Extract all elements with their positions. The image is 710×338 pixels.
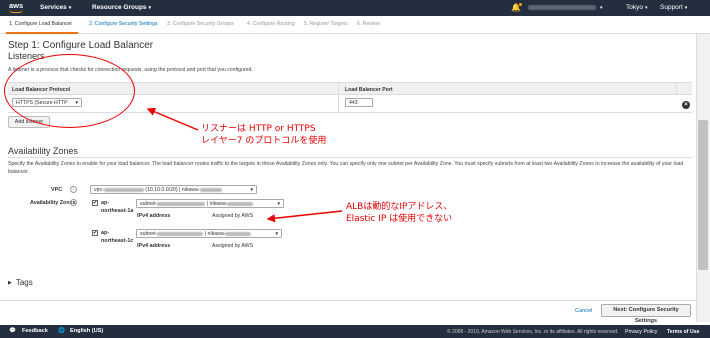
chevron-down-icon: ▼ xyxy=(276,201,281,206)
annotation-listener-line1: リスナーは HTTP or HTTPS xyxy=(201,124,316,134)
annotation-listener-line2: レイヤー7 のプロトコルを使用 xyxy=(201,136,327,146)
zone-1c-subnet-select[interactable]: subnet- | nikawa- ▼ xyxy=(136,229,282,238)
tab-configure-routing[interactable]: 4. Configure Routing xyxy=(247,21,295,27)
subnet-name: | nikawa- xyxy=(206,201,228,207)
notification-dot xyxy=(519,3,522,6)
section-divider xyxy=(8,157,692,158)
support-label: Support xyxy=(660,4,683,11)
redacted-text xyxy=(199,187,222,192)
column-divider xyxy=(676,82,677,95)
page-title: Step 1: Configure Load Balancer xyxy=(8,40,154,51)
cancel-link[interactable]: Cancel xyxy=(575,308,592,314)
services-menu[interactable]: Services ▾ xyxy=(40,4,71,11)
info-icon[interactable]: i xyxy=(70,199,77,206)
wizard-steps: 1. Configure Load Balancer 2. Configure … xyxy=(0,16,710,34)
chevron-down-icon: ▼ xyxy=(274,231,279,236)
redacted-text xyxy=(225,231,252,236)
vpc-cidr-name: (10.10.0.0/20) | nikawa- xyxy=(145,187,200,193)
support-menu[interactable]: Support ▾ xyxy=(660,4,687,11)
chevron-right-icon: ▶ xyxy=(8,279,12,286)
vpc-id-prefix: vpc- xyxy=(94,187,104,193)
tags-label: Tags xyxy=(15,278,33,287)
privacy-policy-link[interactable]: Privacy Policy xyxy=(625,329,657,335)
resource-groups-label: Resource Groups xyxy=(92,4,147,11)
vpc-label: VPC xyxy=(51,187,63,193)
zone-1a-subnet-select[interactable]: subnet- | nikawa- ▼ xyxy=(136,199,284,208)
zone-1a-checkbox[interactable]: ✔ xyxy=(92,200,98,206)
chevron-down-icon: ▾ xyxy=(644,5,648,11)
next-configure-security-settings-button[interactable]: Next: Configure Security Settings xyxy=(601,304,691,324)
subnet-prefix: subnet- xyxy=(140,201,158,207)
subnet-prefix: subnet- xyxy=(140,231,158,237)
feedback-link[interactable]: Feedback xyxy=(22,328,48,334)
tab-configure-security-groups[interactable]: 3. Configure Security Groups xyxy=(167,21,234,27)
zone-1c-label-prefix: ap- xyxy=(101,230,110,236)
zone-1c-label: northeast-1c xyxy=(101,238,134,244)
annotation-alb-line2: Elastic IP は使用できない xyxy=(346,214,453,224)
account-caret[interactable]: ▾ xyxy=(598,4,603,11)
tab-review[interactable]: 6. Review xyxy=(357,21,380,27)
region-label: Tokyo xyxy=(626,4,643,11)
language-selector[interactable]: English (US) xyxy=(70,328,103,334)
vpc-select[interactable]: vpc- (10.10.0.0/20) | nikawa- ▼ xyxy=(90,185,257,194)
tab-configure-load-balancer[interactable]: 1. Configure Load Balancer xyxy=(9,21,72,27)
aws-smile-icon xyxy=(9,9,23,13)
port-input[interactable]: 443 xyxy=(345,98,373,107)
redacted-text xyxy=(103,187,144,192)
account-menu[interactable] xyxy=(528,5,596,10)
redacted-text xyxy=(227,201,254,206)
zone-1c-ipv4-label: IPv4 address xyxy=(137,243,171,249)
zone-1a-ipv4-value: Assigned by AWS xyxy=(212,213,254,219)
globe-icon: 🌐 xyxy=(58,328,65,334)
zone-1a-label: northeast-1a xyxy=(101,208,134,214)
terms-of-use-link[interactable]: Terms of Use xyxy=(667,329,699,335)
chevron-down-icon: ▼ xyxy=(249,187,254,192)
subnet-name: | nikawa- xyxy=(204,231,226,237)
zone-1c-ipv4-value: Assigned by AWS xyxy=(212,243,254,249)
tab-register-targets[interactable]: 5. Register Targets xyxy=(304,21,347,27)
chevron-down-icon: ▾ xyxy=(68,5,72,11)
redacted-text xyxy=(157,231,204,236)
region-menu[interactable]: Tokyo ▾ xyxy=(626,4,648,11)
annotation-ellipse xyxy=(4,54,135,128)
redacted-text xyxy=(157,201,206,206)
copyright-text: © 2008 - 2019, Amazon Web Services, Inc.… xyxy=(447,329,619,335)
column-header-port: Load Balancer Port xyxy=(345,87,393,93)
info-icon[interactable]: i xyxy=(70,186,77,193)
zone-1c-checkbox[interactable]: ✔ xyxy=(92,230,98,236)
tab-configure-security-settings[interactable]: 2. Configure Security Settings xyxy=(89,21,158,27)
zone-1a-ipv4-label: IPv4 address xyxy=(137,213,171,219)
chevron-down-icon: ▾ xyxy=(148,5,152,11)
resource-groups-menu[interactable]: Resource Groups ▾ xyxy=(92,4,151,11)
chevron-down-icon: ▾ xyxy=(600,5,603,11)
availability-zones-label: Availability Zones xyxy=(30,200,76,206)
availability-zones-description: Specify the Availability Zones to enable… xyxy=(8,161,684,175)
tags-section-toggle[interactable]: ▶ Tags xyxy=(8,278,33,287)
feedback-icon: 💬 xyxy=(9,328,16,334)
scrollbar-thumb[interactable] xyxy=(698,120,708,270)
console-footer: 💬 Feedback 🌐 English (US) © 2008 - 2019,… xyxy=(0,325,710,338)
annotation-alb-line1: ALBは動的なIPアドレス、 xyxy=(346,202,453,212)
remove-listener-icon[interactable]: × xyxy=(682,101,690,109)
zone-1a-label-prefix: ap- xyxy=(101,200,110,206)
chevron-down-icon: ▾ xyxy=(684,5,688,11)
services-label: Services xyxy=(40,4,67,11)
availability-zones-heading: Availability Zones xyxy=(8,146,78,156)
top-navigation-bar: aws Services ▾ Resource Groups ▾ 🔔 ▾ Tokyo… xyxy=(0,0,710,16)
